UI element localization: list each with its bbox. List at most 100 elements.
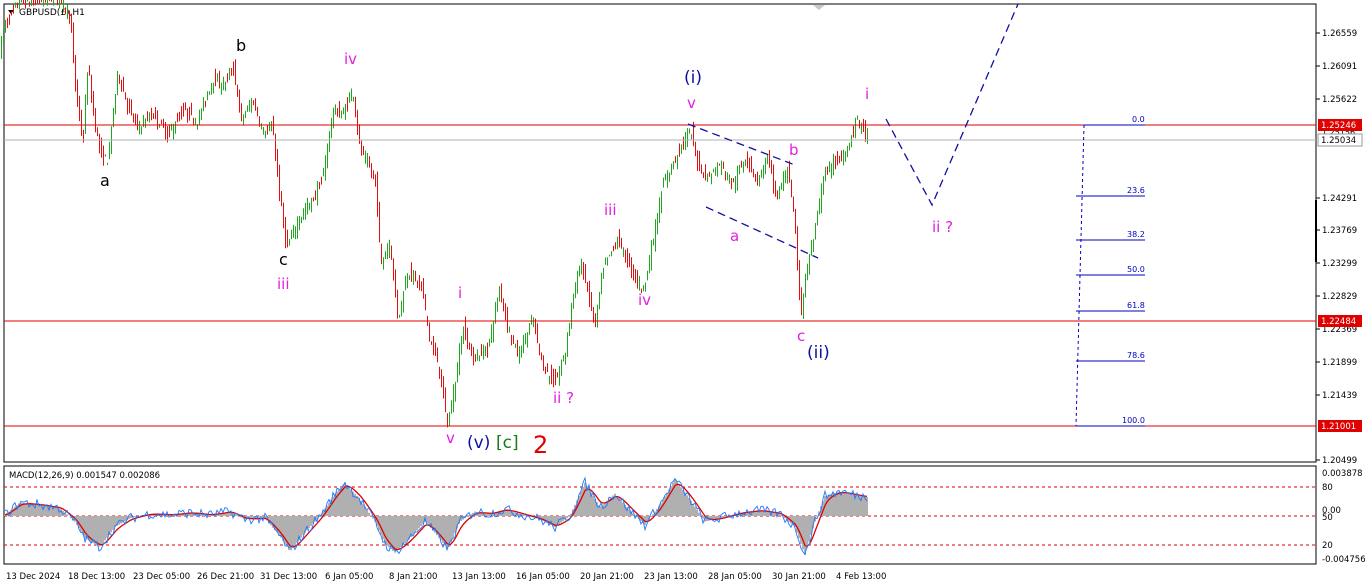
macd-bar	[662, 499, 664, 516]
level-tags: 1.25246 1.25034 1.22484 1.21001	[1317, 119, 1363, 432]
macd-bar	[112, 516, 114, 530]
macd-bar	[686, 495, 688, 516]
time-tick: 16 Jan 05:00	[516, 572, 570, 582]
macd-bar	[110, 516, 112, 533]
price-tick: 1.25622	[1322, 95, 1357, 105]
macd-bar	[780, 514, 782, 516]
macd-bar	[300, 516, 302, 538]
fib-label: 0.0	[1132, 115, 1145, 124]
macd-bar	[466, 516, 468, 517]
macd-bar	[688, 498, 690, 516]
macd-bar	[396, 516, 398, 551]
macd-bar	[488, 513, 490, 516]
macd-bar	[716, 516, 718, 519]
macd-bar	[102, 516, 104, 544]
time-tick: 20 Jan 21:00	[580, 572, 634, 582]
macd-bar	[106, 516, 108, 538]
macd-bar	[584, 482, 586, 516]
macd-bar	[772, 512, 774, 516]
macd-bar	[350, 489, 352, 516]
macd-bar	[292, 516, 294, 548]
macd-bar	[862, 496, 864, 516]
macd-bar	[366, 509, 368, 516]
macd-bar	[124, 516, 126, 522]
macd-bar	[96, 516, 98, 546]
level-tag-lower: 1.21001	[1321, 422, 1356, 432]
macd-bar	[412, 516, 414, 535]
wave-label-b: b	[236, 36, 246, 55]
macd-bar	[566, 516, 568, 519]
macd-bar	[582, 487, 584, 516]
macd-bar	[84, 516, 86, 539]
price-tick: 1.21899	[1322, 358, 1357, 368]
time-tick: 26 Dec 21:00	[197, 572, 254, 582]
macd-bar	[676, 482, 678, 516]
macd-bar	[98, 516, 100, 547]
time-tick: 28 Jan 05:00	[708, 572, 762, 582]
price-tick: 1.22829	[1322, 292, 1357, 302]
macd-axis-tick: 20	[1322, 541, 1333, 551]
macd-bar	[580, 491, 582, 516]
macd-bar	[452, 516, 454, 538]
time-tick: 6 Jan 05:00	[325, 572, 373, 582]
macd-bar	[802, 516, 804, 550]
macd-bar	[844, 492, 846, 516]
macd-bar	[310, 516, 312, 526]
wave-label-iii: iii	[604, 201, 617, 219]
macd-axis-tick: 80	[1322, 483, 1333, 493]
macd-bar	[682, 490, 684, 516]
level-tag-current: 1.25034	[1321, 136, 1356, 146]
macd-bar	[678, 484, 680, 516]
macd-bar	[416, 516, 418, 531]
wave-label-2-red: 2	[533, 431, 548, 459]
macd-bar	[664, 496, 666, 516]
macd-bar	[130, 516, 132, 518]
macd-bar	[296, 516, 298, 543]
macd-bar	[120, 516, 122, 524]
macd-bar	[722, 516, 724, 518]
time-tick: 13 Jan 13:00	[452, 572, 506, 582]
macd-bar	[368, 512, 370, 516]
wave-label-iv: iv	[344, 50, 357, 68]
macd-bar	[762, 510, 764, 516]
macd-axis-tick: 0.003878	[1322, 469, 1363, 479]
wave-label-i: i	[458, 284, 462, 302]
symbol-label: GBPUSD(£),H1	[19, 8, 85, 18]
macd-bar	[848, 493, 850, 516]
wave-label-ii: ii ?	[932, 218, 953, 236]
macd-bar	[698, 512, 700, 516]
wave-label-ii: ii ?	[553, 389, 574, 407]
price-tick: 1.23299	[1322, 259, 1357, 269]
macd-bar	[800, 516, 802, 544]
macd-bar	[308, 516, 310, 529]
macd-bar	[592, 495, 594, 516]
macd-bar	[620, 500, 622, 516]
macd-bar	[54, 507, 56, 516]
time-tick: 18 Dec 13:00	[68, 572, 125, 582]
macd-bar	[856, 495, 858, 516]
fib-label: 61.8	[1127, 301, 1145, 310]
macd-bar	[414, 516, 416, 533]
wave-label-a-small: a	[730, 227, 739, 245]
macd-bar	[766, 511, 768, 516]
macd-bar	[134, 516, 136, 518]
macd-bar	[302, 516, 304, 536]
macd-bar	[406, 516, 408, 542]
time-tick: 23 Dec 05:00	[133, 572, 190, 582]
macd-bar	[702, 516, 704, 519]
macd-bar	[798, 516, 800, 539]
macd-bar	[696, 509, 698, 516]
macd-bar	[418, 516, 420, 529]
level-tag-upper: 1.25246	[1321, 121, 1356, 131]
macd-bar	[382, 516, 384, 540]
time-tick: 23 Jan 13:00	[644, 572, 698, 582]
fib-label: 78.6	[1127, 351, 1145, 360]
fib-label: 38.2	[1127, 230, 1145, 239]
macd-bar	[524, 515, 526, 516]
macd-bar	[852, 494, 854, 516]
macd-bar	[724, 516, 726, 517]
time-tick: 8 Jan 21:00	[389, 572, 437, 582]
time-tick: 31 Dec 13:00	[260, 572, 317, 582]
wave-label-c-green: [c]	[496, 433, 519, 453]
chart[interactable]: GBPUSD(£),H1 1.26559 1.26091 1.25622 1.2…	[0, 0, 1366, 588]
